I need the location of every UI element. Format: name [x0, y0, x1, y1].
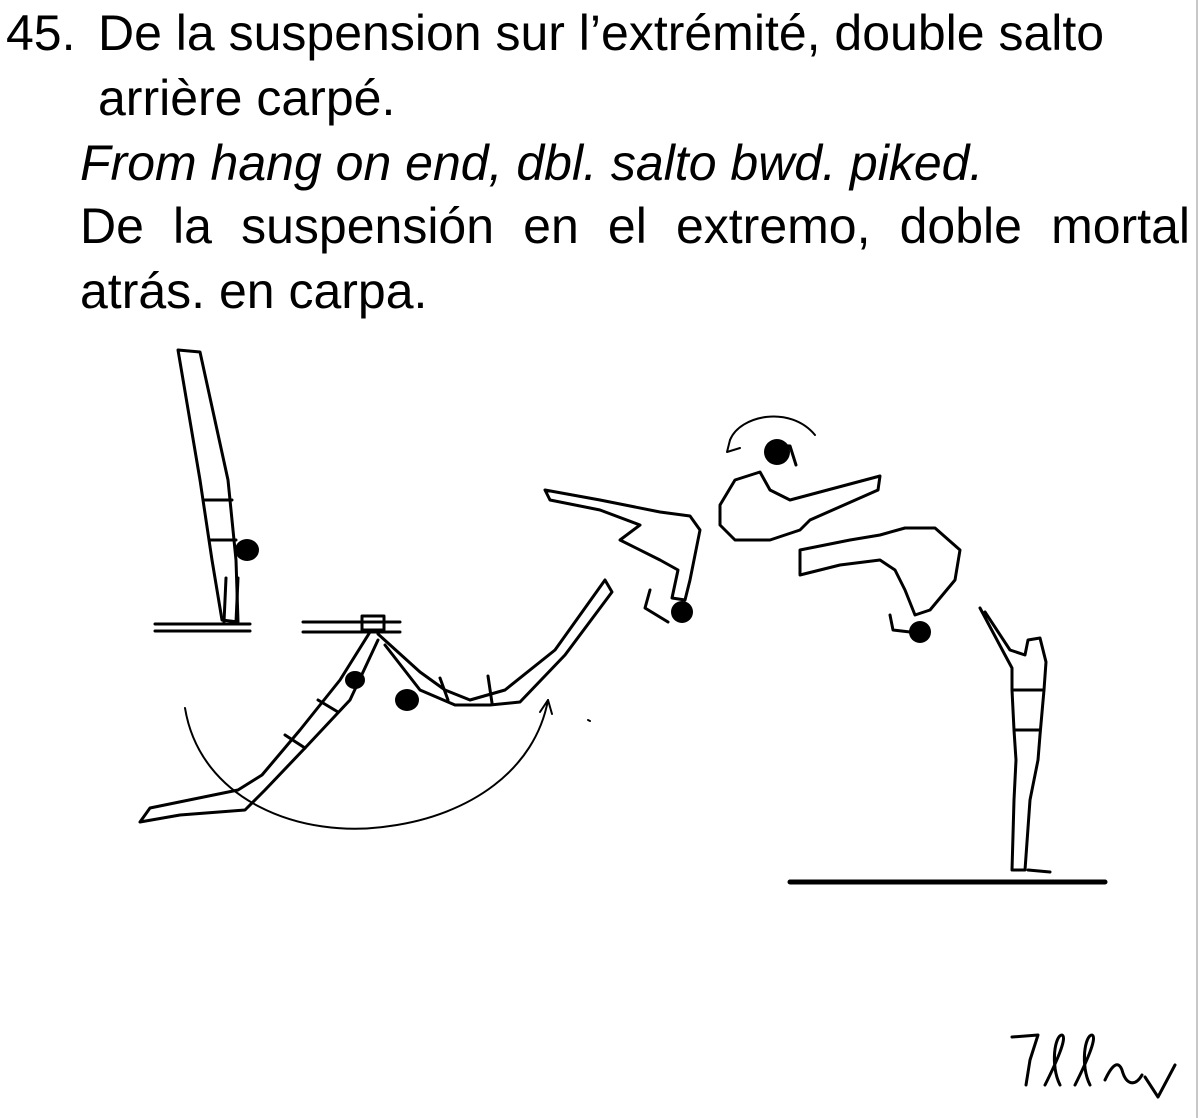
gymnast-piked-release — [543, 488, 702, 624]
gymnast-handstand — [176, 348, 259, 624]
gymnast-upswing — [376, 578, 614, 711]
title-french-line-2: arrière carpé. — [98, 70, 396, 126]
gymnast-swing — [138, 630, 380, 824]
floor-dot — [587, 719, 591, 722]
bar-end-right — [301, 614, 402, 634]
title-spanish-line-2: atrás. en carpa. — [80, 263, 428, 319]
gymnast-top-pike — [718, 415, 882, 542]
title-french-line-1: 45. De la suspension sur l’extrémité, dou… — [6, 1, 1104, 66]
gymnast-second-salto — [798, 526, 962, 643]
bar-end-left — [153, 622, 252, 633]
gymnast-landing — [978, 606, 1052, 874]
title-english: From hang on end, dbl. salto bwd. piked. — [80, 135, 984, 191]
gymnast-double-salto-sequence-icon — [138, 348, 1108, 885]
element-number: 45. — [6, 5, 76, 61]
handwritten-signature-icon — [1010, 1033, 1177, 1099]
title-spanish-line-1: De la suspensión en el extremo, doble mo… — [80, 198, 1190, 254]
